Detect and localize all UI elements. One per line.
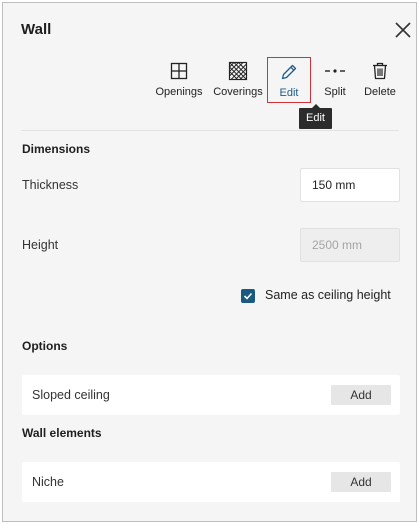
close-icon: [395, 22, 411, 38]
delete-label: Delete: [364, 86, 396, 98]
wall-elements-section-title: Wall elements: [22, 426, 102, 440]
split-button[interactable]: Split: [319, 57, 351, 103]
openings-label: Openings: [155, 86, 203, 98]
niche-label: Niche: [32, 475, 64, 489]
edit-tooltip: Edit: [299, 104, 332, 129]
options-section-title: Options: [22, 339, 68, 353]
height-label: Height: [22, 238, 59, 252]
same-as-ceiling-checkbox[interactable]: [241, 289, 255, 303]
panel-title: Wall: [21, 21, 52, 38]
trash-icon: [373, 62, 387, 80]
coverings-button[interactable]: Coverings: [211, 57, 265, 103]
same-as-ceiling-label[interactable]: Same as ceiling height: [265, 288, 391, 302]
dimensions-section-title: Dimensions: [22, 142, 91, 156]
add-niche-button[interactable]: Add: [331, 472, 391, 492]
thickness-label: Thickness: [22, 178, 79, 192]
list-item-sloped-ceiling: Sloped ceiling Add: [22, 375, 400, 415]
sloped-ceiling-label: Sloped ceiling: [32, 388, 110, 402]
height-input: 2500 mm: [300, 228, 400, 262]
close-button[interactable]: [394, 21, 412, 39]
thickness-input[interactable]: 150 mm: [300, 168, 400, 202]
hatch-pattern-icon: [228, 61, 248, 81]
window-grid-icon: [170, 62, 188, 80]
list-item-niche: Niche Add: [22, 462, 400, 502]
edit-label: Edit: [279, 87, 299, 99]
edit-button[interactable]: Edit: [267, 57, 311, 103]
delete-button[interactable]: Delete: [361, 57, 399, 103]
openings-button[interactable]: Openings: [153, 57, 205, 103]
coverings-label: Coverings: [213, 86, 263, 98]
checkmark-icon: [243, 292, 253, 300]
divider: [21, 130, 399, 131]
pencil-icon: [281, 64, 297, 80]
split-line-icon: [325, 69, 345, 73]
add-sloped-ceiling-button[interactable]: Add: [331, 385, 391, 405]
wall-panel: Wall Openings Coverings Edit Split Delet…: [2, 2, 417, 522]
split-label: Split: [324, 86, 346, 98]
